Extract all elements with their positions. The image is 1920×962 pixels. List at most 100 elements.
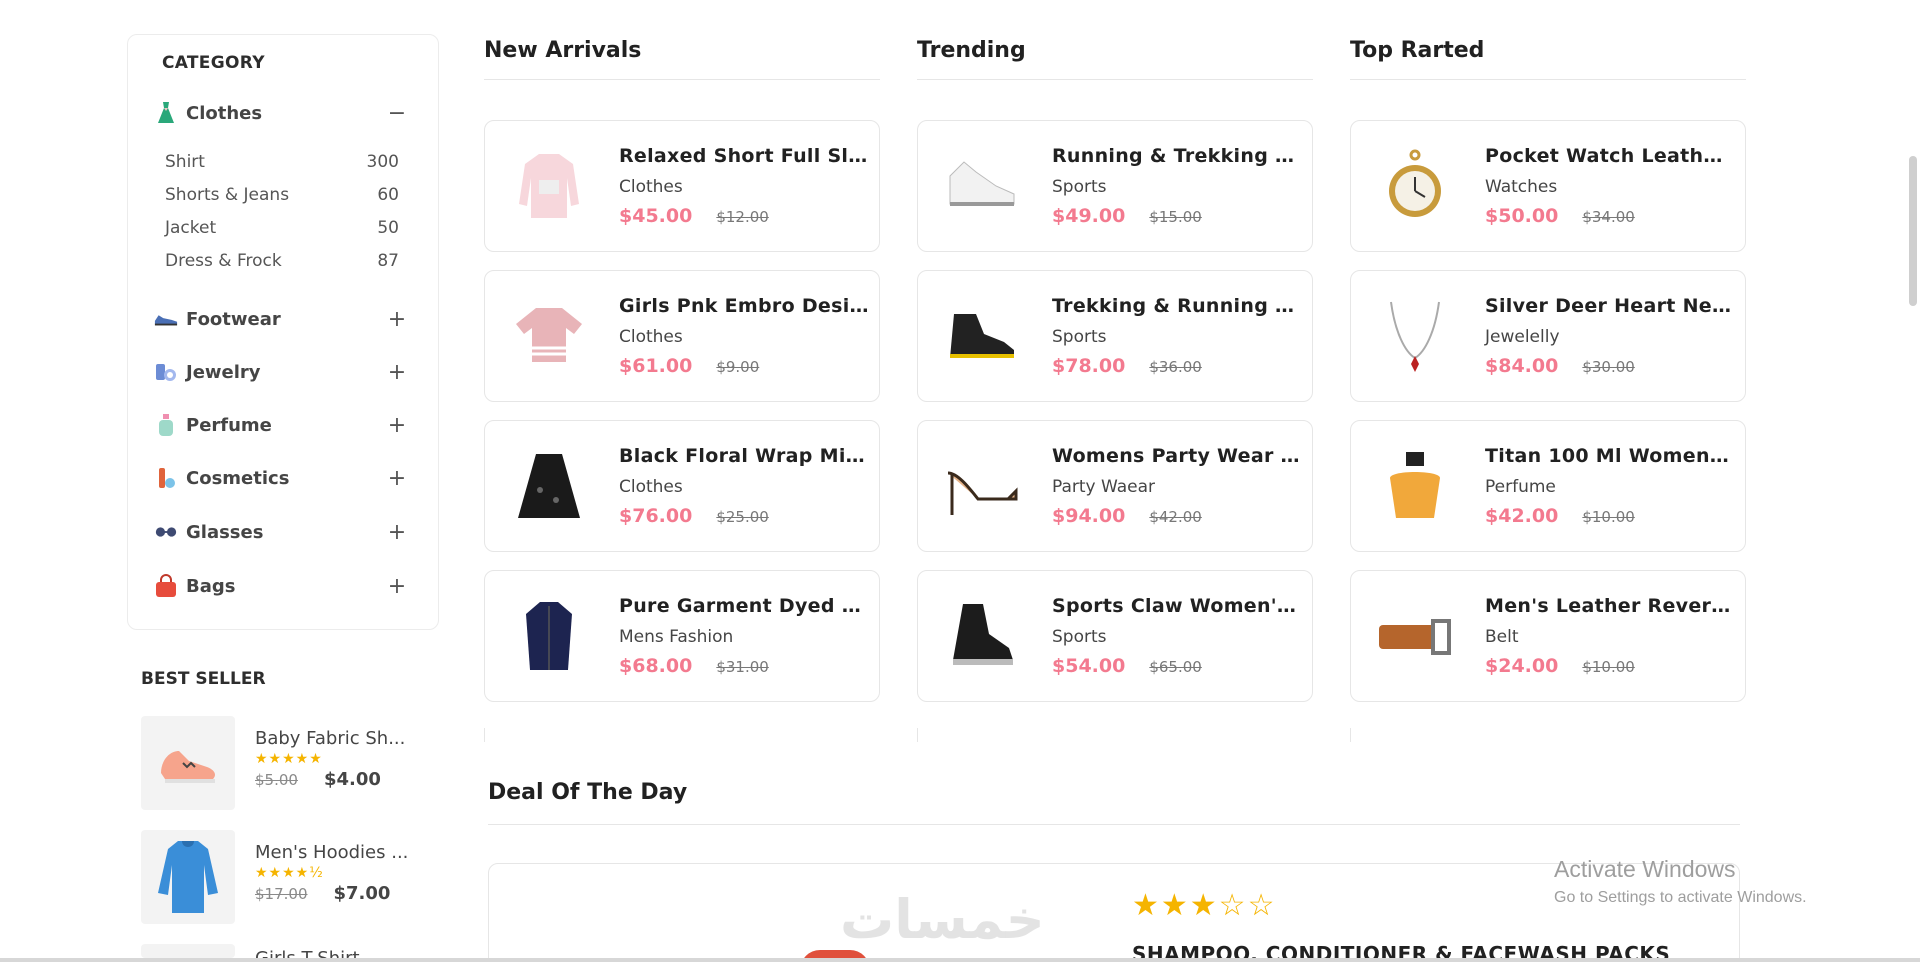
subcategory-item[interactable]: Shirt 300 xyxy=(165,152,399,172)
product-title[interactable]: Trekking & Running Shoes - black xyxy=(1052,295,1302,317)
subcategory-count: 87 xyxy=(377,251,399,271)
product-title[interactable]: Relaxed Short Full Sleeve T-Shirt xyxy=(619,145,869,167)
star-rating: ★★★★½ xyxy=(255,865,324,881)
price: $94.00 xyxy=(1052,505,1126,527)
baby-shoe-icon xyxy=(141,716,235,810)
product-card[interactable]: Silver Deer Heart Necklace Jewelelly $84… xyxy=(1350,270,1746,402)
product-name[interactable]: Baby Fabric Sh... xyxy=(255,728,405,749)
product-card[interactable]: Pocket Watch Leather Pouch Watches $50.0… xyxy=(1350,120,1746,252)
old-price: $17.00 xyxy=(255,885,308,903)
product-card[interactable]: Girls Pnk Embro Design Top Clothes $61.0… xyxy=(484,270,880,402)
perfume-icon xyxy=(154,413,178,437)
old-price: $30.00 xyxy=(1582,358,1635,376)
category-label: Bags xyxy=(186,575,236,597)
category-label: Cosmetics xyxy=(186,467,290,489)
subcategory-item[interactable]: Dress & Frock 87 xyxy=(165,251,399,271)
necklace-icon xyxy=(1375,296,1455,376)
product-card[interactable]: Men's Leather Reversible Belt Belt $24.0… xyxy=(1350,570,1746,702)
product-title[interactable]: Men's Leather Reversible Belt xyxy=(1485,595,1735,617)
sweater-icon xyxy=(509,146,589,226)
deal-of-the-day-title: Deal Of The Day xyxy=(488,780,688,805)
category-bags[interactable]: Bags + xyxy=(154,571,407,601)
tshirt-icon xyxy=(141,944,235,958)
category-glasses[interactable]: Glasses + xyxy=(154,517,407,547)
subcategory-name: Jacket xyxy=(165,218,217,238)
scrollbar-thumb[interactable] xyxy=(1909,156,1917,306)
star-rating: ★★★★★ xyxy=(255,751,323,767)
price: $76.00 xyxy=(619,505,693,527)
page: CATEGORY Clothes − Shirt 300 Shorts & Je… xyxy=(0,0,1920,962)
expand-icon[interactable]: + xyxy=(387,307,407,332)
divider xyxy=(488,824,1740,825)
product-category: Perfume xyxy=(1485,477,1556,497)
best-seller-item[interactable]: Girls T-Shirt xyxy=(141,944,431,958)
subcategory-count: 300 xyxy=(366,152,399,172)
subcategory-name: Shorts & Jeans xyxy=(165,185,290,205)
category-clothes[interactable]: Clothes − xyxy=(154,98,407,128)
trekking-shoe-icon xyxy=(942,296,1022,376)
product-category: Clothes xyxy=(619,477,683,497)
product-card[interactable]: Pure Garment Dyed Cotton Shirt Mens Fash… xyxy=(484,570,880,702)
category-cosmetics[interactable]: Cosmetics + xyxy=(154,463,407,493)
category-jewelry[interactable]: Jewelry + xyxy=(154,357,407,387)
subcategory-item[interactable]: Shorts & Jeans 60 xyxy=(165,185,399,205)
expand-icon[interactable]: + xyxy=(387,466,407,491)
product-card[interactable]: Sports Claw Women's Shoes Sports $54.00 … xyxy=(917,570,1313,702)
old-price: $65.00 xyxy=(1149,658,1202,676)
product-category: Watches xyxy=(1485,177,1558,197)
subcategory-item[interactable]: Jacket 50 xyxy=(165,218,399,238)
product-title[interactable]: Black Floral Wrap Midi Skirt xyxy=(619,445,869,467)
expand-icon[interactable]: + xyxy=(387,413,407,438)
subcategory-count: 60 xyxy=(377,185,399,205)
windows-activation-notice: Activate Windows Go to Settings to activ… xyxy=(1554,856,1807,907)
product-title[interactable]: Sports Claw Women's Shoes xyxy=(1052,595,1302,617)
belt-icon xyxy=(1375,596,1455,676)
price: $24.00 xyxy=(1485,655,1559,677)
column-divider xyxy=(917,79,1313,80)
product-title[interactable]: Silver Deer Heart Necklace xyxy=(1485,295,1735,317)
product-card[interactable]: Relaxed Short Full Sleeve T-Shirt Clothe… xyxy=(484,120,880,252)
category-label: Perfume xyxy=(186,414,272,436)
category-title: CATEGORY xyxy=(162,53,265,73)
subcategory-count: 50 xyxy=(377,218,399,238)
activation-subtitle: Go to Settings to activate Windows. xyxy=(1554,889,1807,906)
product-card[interactable]: Trekking & Running Shoes - black Sports … xyxy=(917,270,1313,402)
product-category: Belt xyxy=(1485,627,1519,647)
old-price: $25.00 xyxy=(716,508,769,526)
product-title[interactable]: Womens Party Wear Shoes xyxy=(1052,445,1302,467)
product-title[interactable]: Running & Trekking Shoes - White xyxy=(1052,145,1302,167)
product-title[interactable]: Pocket Watch Leather Pouch xyxy=(1485,145,1735,167)
best-seller-item[interactable]: Baby Fabric Sh... ★★★★★ $5.00 $4.00 xyxy=(141,716,431,810)
product-category: Jewelelly xyxy=(1485,327,1560,347)
scrollbar[interactable] xyxy=(1906,0,1920,962)
best-seller-item[interactable]: Men's Hoodies ... ★★★★½ $17.00 $7.00 xyxy=(141,830,431,924)
product-title[interactable]: Girls Pnk Embro Design Top xyxy=(619,295,869,317)
old-price: $31.00 xyxy=(716,658,769,676)
price: $54.00 xyxy=(1052,655,1126,677)
product-name[interactable]: Girls T-Shirt xyxy=(255,948,360,958)
expand-icon[interactable]: + xyxy=(387,574,407,599)
product-card[interactable]: Running & Trekking Shoes - White Sports … xyxy=(917,120,1313,252)
skirt-icon xyxy=(509,446,589,526)
expand-icon[interactable]: + xyxy=(387,360,407,385)
column-title: Trending xyxy=(917,38,1026,63)
collapse-icon[interactable]: − xyxy=(387,101,407,126)
heels-icon xyxy=(942,446,1022,526)
product-card[interactable]: Womens Party Wear Shoes Party Waear $94.… xyxy=(917,420,1313,552)
glasses-icon xyxy=(154,520,178,544)
expand-icon[interactable]: + xyxy=(387,520,407,545)
category-label: Clothes xyxy=(186,102,263,124)
product-title[interactable]: Titan 100 Ml Womens Perfume xyxy=(1485,445,1735,467)
top-icon xyxy=(509,296,589,376)
category-footwear[interactable]: Footwear + xyxy=(154,304,407,334)
price: $78.00 xyxy=(1052,355,1126,377)
shirt-icon xyxy=(509,596,589,676)
product-title[interactable]: Pure Garment Dyed Cotton Shirt xyxy=(619,595,869,617)
price: $4.00 xyxy=(323,769,381,790)
category-perfume[interactable]: Perfume + xyxy=(154,410,407,440)
pocket-watch-icon xyxy=(1375,146,1455,226)
product-card[interactable]: Black Floral Wrap Midi Skirt Clothes $76… xyxy=(484,420,880,552)
cosmetics-icon xyxy=(154,466,178,490)
product-name[interactable]: Men's Hoodies ... xyxy=(255,842,408,863)
product-card[interactable]: Titan 100 Ml Womens Perfume Perfume $42.… xyxy=(1350,420,1746,552)
